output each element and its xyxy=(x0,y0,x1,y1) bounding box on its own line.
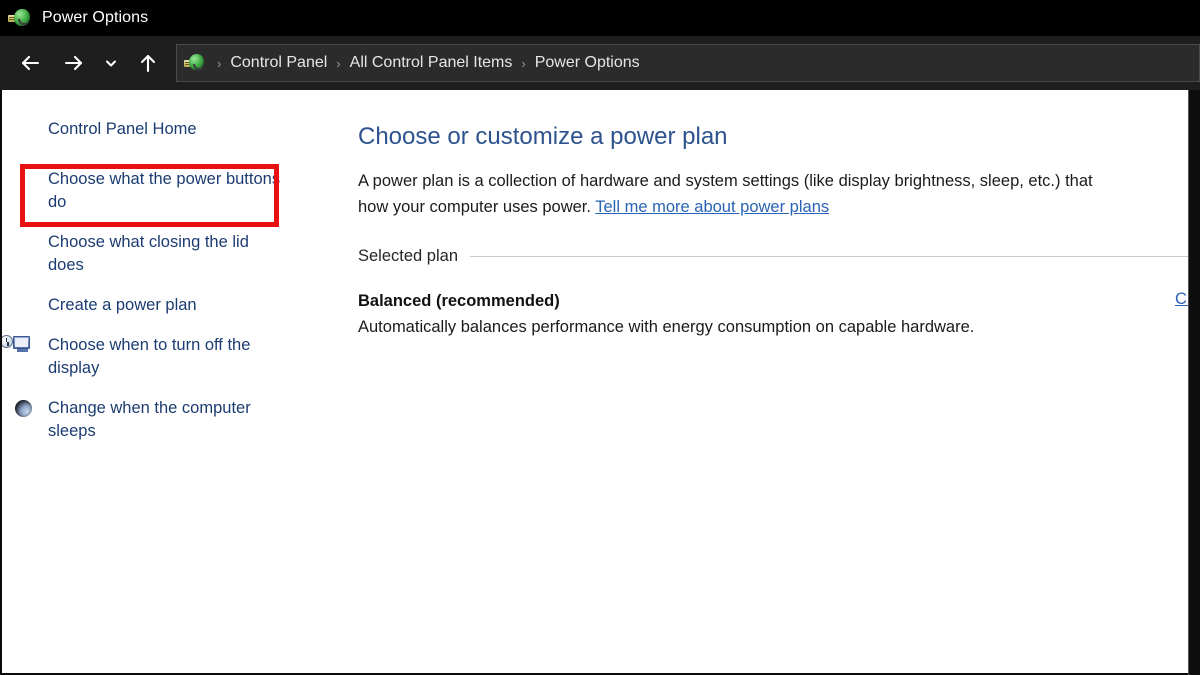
sidebar-item-label: Choose what the power buttons do xyxy=(48,168,288,214)
power-plug-icon xyxy=(184,52,206,74)
window-title: Power Options xyxy=(42,9,148,27)
recent-locations-button[interactable] xyxy=(96,43,126,83)
address-bar[interactable]: › Control Panel › All Control Panel Item… xyxy=(176,44,1200,82)
sidebar-item-turn-off-display[interactable]: Choose when to turn off the display xyxy=(2,330,322,384)
arrow-left-icon xyxy=(18,51,42,75)
content-area: Control Panel Home Choose what the power… xyxy=(0,90,1200,675)
sidebar-item-choose-power-buttons[interactable]: Choose what the power buttons do xyxy=(2,164,322,218)
sidebar-item-create-power-plan[interactable]: Create a power plan xyxy=(2,290,322,321)
tell-me-more-link[interactable]: Tell me more about power plans xyxy=(595,198,829,216)
plan-description: Automatically balances performance with … xyxy=(358,315,1200,339)
power-plug-icon xyxy=(8,6,32,30)
breadcrumb-control-panel[interactable]: Control Panel xyxy=(228,54,329,72)
sidebar-item-computer-sleeps[interactable]: Change when the computer sleeps xyxy=(2,393,322,447)
description-line-2: how your computer uses power. xyxy=(358,198,595,216)
sidebar-item-label: Choose when to turn off the display xyxy=(48,334,288,380)
page-description: A power plan is a collection of hardware… xyxy=(358,168,1200,220)
power-options-window: Power Options xyxy=(0,0,1200,675)
plan-row-balanced: Balanced (recommended) Automatically bal… xyxy=(358,289,1200,339)
breadcrumb-separator: › xyxy=(210,57,228,70)
selected-plan-section-header: Selected plan xyxy=(358,247,1200,266)
breadcrumb-power-options[interactable]: Power Options xyxy=(533,54,642,72)
sidebar-item-label: Choose what closing the lid does xyxy=(48,231,288,277)
breadcrumb-all-control-panel-items[interactable]: All Control Panel Items xyxy=(348,54,515,72)
back-button[interactable] xyxy=(8,43,52,83)
description-line-1: A power plan is a collection of hardware… xyxy=(358,172,1093,190)
section-divider xyxy=(470,256,1200,257)
plan-name: Balanced (recommended) xyxy=(358,289,1200,313)
chevron-down-icon xyxy=(104,56,118,70)
sidebar-item-label: Create a power plan xyxy=(48,294,197,317)
arrow-right-icon xyxy=(62,51,86,75)
main-pane: Choose or customize a power plan A power… xyxy=(358,90,1200,339)
navigation-bar: › Control Panel › All Control Panel Item… xyxy=(0,36,1200,90)
up-one-level-button[interactable] xyxy=(126,43,170,83)
sleep-moon-icon xyxy=(13,398,35,420)
sidebar-item-choose-closing-lid[interactable]: Choose what closing the lid does xyxy=(2,227,322,281)
forward-button[interactable] xyxy=(52,43,96,83)
breadcrumb-separator: › xyxy=(514,57,532,70)
sidebar: Control Panel Home Choose what the power… xyxy=(2,90,322,447)
sidebar-item-label: Change when the computer sleeps xyxy=(48,397,288,443)
title-bar: Power Options xyxy=(0,0,1200,36)
window-right-edge xyxy=(1188,90,1200,675)
breadcrumb-separator: › xyxy=(329,57,347,70)
page-title: Choose or customize a power plan xyxy=(358,122,1200,152)
sidebar-item-label: Control Panel Home xyxy=(48,118,197,141)
section-label: Selected plan xyxy=(358,247,470,266)
sidebar-item-control-panel-home[interactable]: Control Panel Home xyxy=(2,114,322,145)
display-clock-icon xyxy=(13,335,35,357)
arrow-up-icon xyxy=(136,51,160,75)
